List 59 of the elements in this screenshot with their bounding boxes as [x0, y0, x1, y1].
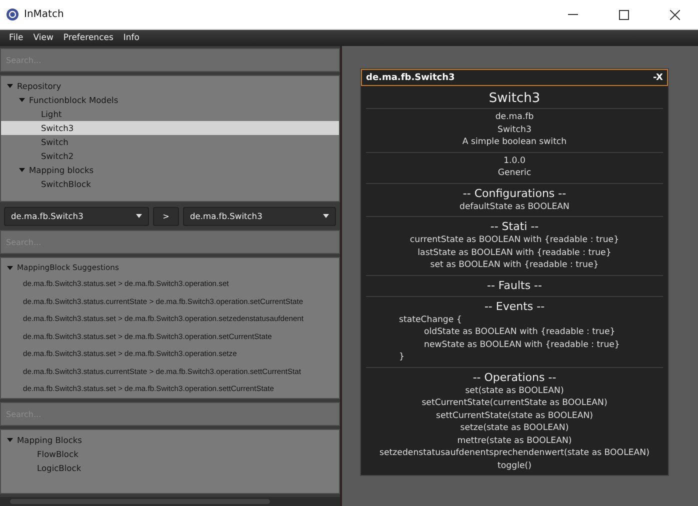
tree-item[interactable]: Mapping blocks	[1, 163, 339, 177]
menu-item[interactable]: Info	[118, 33, 144, 43]
detail-line: 1.0.0	[504, 154, 526, 167]
menu-item[interactable]: File	[4, 33, 28, 43]
target-dropdown[interactable]: de.ma.fb.Switch3	[183, 206, 336, 226]
model-name: Switch3	[488, 90, 542, 108]
section-heading: -- Operations --	[472, 370, 556, 384]
detail-line: stateChange {	[398, 314, 462, 326]
tree-item[interactable]: Switch3	[1, 121, 339, 135]
expanded-icon[interactable]	[7, 437, 13, 443]
menu-item[interactable]: Preferences	[58, 33, 118, 43]
expanded-icon[interactable]	[7, 265, 13, 271]
tree-item[interactable]: Switch	[1, 135, 339, 149]
card-title: de.ma.fb.Switch3	[366, 72, 455, 82]
close-icon	[670, 10, 680, 20]
detail-line: currentState as BOOLEAN with {readable : true}	[410, 234, 620, 246]
map-button[interactable]: >	[153, 206, 179, 226]
source-dropdown[interactable]: de.ma.fb.Switch3	[4, 206, 149, 226]
expanded-icon[interactable]	[7, 83, 13, 89]
window-title: InMatch	[24, 9, 65, 20]
detail-line: de.ma.fb	[495, 111, 534, 124]
detail-line: Switch3	[498, 124, 532, 136]
detail-line: lastState as BOOLEAN with {readable : true}	[418, 246, 612, 259]
menu-item[interactable]: View	[28, 33, 58, 43]
expanded-icon[interactable]	[19, 167, 25, 173]
section-heading: -- Events --	[484, 298, 545, 314]
tree-item[interactable]: Light	[1, 107, 339, 121]
maximize-icon	[619, 10, 629, 20]
app-logo-icon	[6, 8, 19, 21]
tree-item[interactable]: Switch2	[1, 149, 339, 163]
detail-line: setzedenstatusaufdenentsprechendenwert(state as BOOLEAN)	[380, 447, 650, 460]
minimize-icon	[568, 14, 578, 15]
detail-line: setze(state as BOOLEAN)	[460, 422, 569, 434]
detail-line: }	[398, 351, 404, 364]
detail-line: newState as BOOLEAN with {readable : true}	[423, 338, 620, 351]
tree-item[interactable]: LogicBlock	[1, 461, 339, 475]
detail-line: setCurrentState(currentState as BOOLEAN)	[422, 397, 608, 410]
detail-line: set as BOOLEAN with {readable : true}	[430, 259, 599, 272]
caret-icon	[323, 214, 329, 218]
detail-line: Generic	[498, 167, 532, 180]
section-heading: -- Faults --	[487, 278, 542, 292]
detail-line: defaultState as BOOLEAN	[460, 200, 570, 213]
section-heading: -- Configurations --	[462, 186, 566, 200]
detail-line: toggle()	[498, 460, 532, 472]
expanded-icon[interactable]	[19, 97, 25, 103]
close-button[interactable]: -X	[653, 72, 663, 82]
detail-line: oldState as BOOLEAN with {readable : true}	[423, 326, 616, 338]
tree-item[interactable]: SwitchBlock	[1, 177, 339, 191]
detail-line: A simple boolean switch	[462, 136, 567, 148]
detail-line: mettre(state as BOOLEAN)	[457, 434, 572, 447]
section-heading: -- Stati --	[490, 219, 539, 234]
detail-line: settCurrentState(state as BOOLEAN)	[436, 410, 593, 422]
detail-line: set(state as BOOLEAN)	[465, 384, 564, 397]
tree-item[interactable]: Repository	[1, 79, 339, 93]
tree-item[interactable]: Mapping Blocks	[1, 433, 339, 447]
caret-icon	[136, 214, 142, 218]
tree-item[interactable]: Functionblock Models	[1, 93, 339, 107]
tree-item[interactable]: FlowBlock	[1, 447, 339, 461]
horizontal-scrollbar[interactable]	[0, 497, 340, 506]
